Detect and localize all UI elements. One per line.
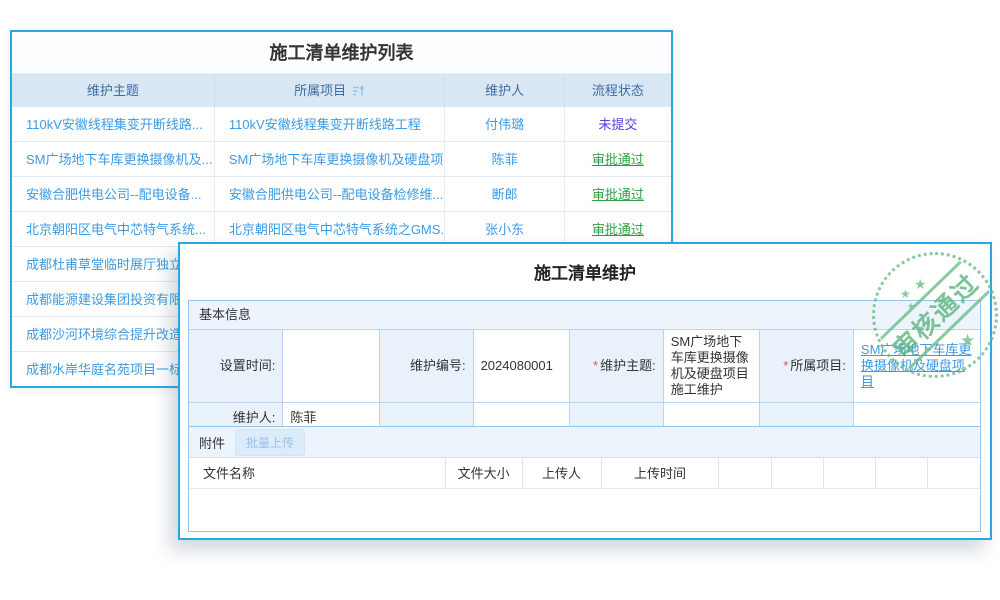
empty-column-header <box>719 458 771 488</box>
project-link[interactable]: 北京朝阳区电气中芯特气系统之GMS... <box>214 211 445 246</box>
set-time-value[interactable] <box>283 330 379 403</box>
table-row: 北京朝阳区电气中芯特气系统... 北京朝阳区电气中芯特气系统之GMS... 张小… <box>12 211 671 246</box>
project-label: *所属项目: <box>760 330 854 403</box>
maintenance-no-label: 维护编号: <box>379 330 473 403</box>
status-badge[interactable]: 审批通过 <box>592 152 644 167</box>
maintenance-no-value: 2024080001 <box>473 330 569 403</box>
basic-info-header: 基本信息 <box>189 301 980 330</box>
status-badge: 未提交 <box>598 117 637 132</box>
attachments-table: 文件名称 文件大小 上传人 上传时间 <box>189 458 980 489</box>
subject-link[interactable]: 安徽合肥供电公司--配电设备... <box>12 176 214 211</box>
column-header-person: 维护人 <box>445 74 564 106</box>
basic-info-form: 设置时间: 维护编号: 2024080001 *维护主题: SM广场地下车库更换… <box>189 330 980 433</box>
basic-info-section: 基本信息 设置时间: 维护编号: 2024080001 *维护主题: SM广场地… <box>188 300 981 434</box>
set-time-label: 设置时间: <box>189 330 283 403</box>
project-link[interactable]: 安徽合肥供电公司--配电设备检修维... <box>214 176 445 211</box>
column-header-project[interactable]: 所属项目 <box>214 74 445 106</box>
attachments-label: 附件 <box>199 433 225 452</box>
column-header-uploadtime: 上传时间 <box>601 458 719 488</box>
maintenance-detail-window: 施工清单维护 基本信息 设置时间: 维护编号: 2024080001 *维护主题… <box>178 242 992 540</box>
empty-column-header <box>823 458 875 488</box>
subject-value[interactable]: SM广场地下车库更换摄像机及硬盘项目施工维护 <box>663 330 759 403</box>
detail-window-title: 施工清单维护 <box>180 244 990 284</box>
empty-column-header <box>771 458 823 488</box>
column-header-filename: 文件名称 <box>189 458 445 488</box>
subject-link[interactable]: 110kV安徽线程集变开断线路... <box>12 106 214 141</box>
attachments-empty-body <box>189 489 980 535</box>
required-mark: * <box>783 358 788 373</box>
required-mark: * <box>593 358 598 373</box>
list-window-title: 施工清单维护列表 <box>12 32 671 74</box>
sort-ascending-icon[interactable] <box>352 85 365 100</box>
subject-link[interactable]: SM广场地下车库更换摄像机及... <box>12 141 214 176</box>
column-header-subject: 维护主题 <box>12 74 214 106</box>
column-header-status: 流程状态 <box>564 74 671 106</box>
column-header-uploader: 上传人 <box>522 458 601 488</box>
table-row: SM广场地下车库更换摄像机及... SM广场地下车库更换摄像机及硬盘项目 陈菲 … <box>12 141 671 176</box>
batch-upload-button[interactable]: 批量上传 <box>235 429 305 456</box>
person-cell: 张小东 <box>445 211 564 246</box>
person-cell: 付伟璐 <box>445 106 564 141</box>
empty-column-header <box>928 458 980 488</box>
project-link[interactable]: SM广场地下车库更换摄像机及硬盘项目 <box>214 141 445 176</box>
table-row: 安徽合肥供电公司--配电设备... 安徽合肥供电公司--配电设备检修维... 断… <box>12 176 671 211</box>
subject-link[interactable]: 北京朝阳区电气中芯特气系统... <box>12 211 214 246</box>
table-header-row: 维护主题 所属项目 维护人 流程状态 <box>12 74 671 106</box>
attachments-header-bar: 附件 批量上传 <box>189 427 980 458</box>
subject-label: *维护主题: <box>569 330 663 403</box>
empty-column-header <box>876 458 928 488</box>
status-badge[interactable]: 审批通过 <box>592 187 644 202</box>
star-icon: ★ <box>900 288 911 300</box>
status-badge[interactable]: 审批通过 <box>592 222 644 237</box>
attachments-section: 附件 批量上传 文件名称 文件大小 上传人 上传时间 <box>188 426 981 532</box>
attachments-header-row: 文件名称 文件大小 上传人 上传时间 <box>189 458 980 488</box>
person-cell: 断郎 <box>445 176 564 211</box>
project-link[interactable]: SM广场地下车库更换摄像机及硬盘项目 <box>861 342 972 389</box>
person-cell: 陈菲 <box>445 141 564 176</box>
project-link[interactable]: 110kV安徽线程集变开断线路工程 <box>214 106 445 141</box>
column-header-filesize: 文件大小 <box>445 458 522 488</box>
table-row: 110kV安徽线程集变开断线路... 110kV安徽线程集变开断线路工程 付伟璐… <box>12 106 671 141</box>
